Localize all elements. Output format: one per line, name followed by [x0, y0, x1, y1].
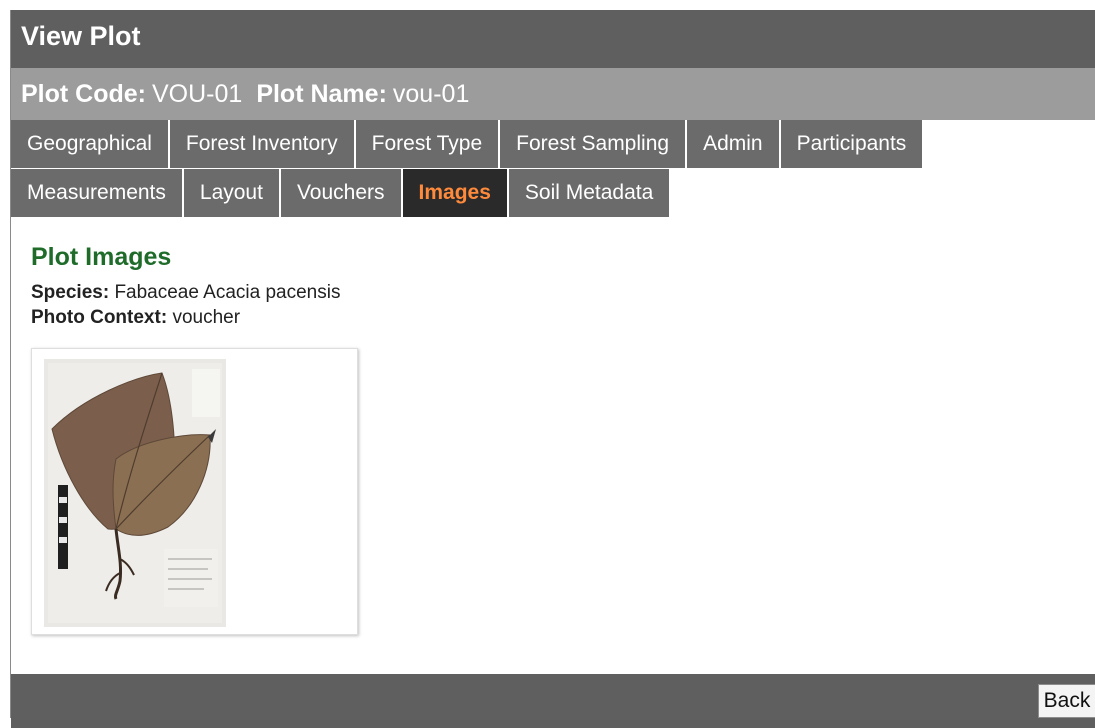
- plot-info-bar: Plot Code: VOU-01 Plot Name: vou-01: [11, 68, 1095, 120]
- page-title: View Plot: [11, 10, 1095, 68]
- plot-name-label: Plot Name:: [256, 80, 387, 108]
- tab-layout[interactable]: Layout: [183, 169, 281, 217]
- tab-forest-inventory[interactable]: Forest Inventory: [169, 120, 356, 168]
- tabs-row-1: Geographical Forest Inventory Forest Typ…: [11, 120, 925, 168]
- tab-forest-type[interactable]: Forest Type: [355, 120, 501, 168]
- back-button[interactable]: Back: [1038, 684, 1095, 718]
- tab-geographical[interactable]: Geographical: [11, 120, 170, 168]
- voucher-image-thumbnail[interactable]: [31, 348, 358, 635]
- species-label: Species:: [31, 282, 110, 303]
- plot-code-value: VOU-01: [152, 80, 243, 108]
- species-value: Fabaceae Acacia pacensis: [114, 282, 341, 303]
- tab-measurements[interactable]: Measurements: [11, 169, 184, 217]
- plot-view-panel: View Plot Plot Code: VOU-01 Plot Name: vou-…: [10, 10, 1095, 728]
- footer-bar: Back: [11, 674, 1095, 728]
- tab-participants[interactable]: Participants: [780, 120, 925, 168]
- images-section: Plot Images Species: Fabaceae Acacia pac…: [31, 240, 358, 635]
- tab-soil-metadata[interactable]: Soil Metadata: [508, 169, 672, 217]
- tab-vouchers[interactable]: Vouchers: [280, 169, 403, 217]
- tabs-row-2: Measurements Layout Vouchers Images Soil…: [11, 169, 672, 217]
- photo-context-label: Photo Context:: [31, 307, 168, 328]
- herbarium-specimen-image: [44, 359, 226, 627]
- photo-context-value: voucher: [172, 307, 241, 328]
- tab-forest-sampling[interactable]: Forest Sampling: [500, 120, 688, 168]
- tab-admin[interactable]: Admin: [687, 120, 781, 168]
- plot-code-label: Plot Code:: [21, 80, 146, 108]
- species-line: Species: Fabaceae Acacia pacensis: [31, 280, 340, 305]
- tab-images[interactable]: Images: [402, 169, 509, 217]
- image-metadata: Species: Fabaceae Acacia pacensis Photo …: [31, 280, 340, 330]
- section-title: Plot Images: [31, 243, 172, 271]
- photo-context-line: Photo Context: voucher: [31, 305, 340, 330]
- plot-name-value: vou-01: [392, 80, 470, 108]
